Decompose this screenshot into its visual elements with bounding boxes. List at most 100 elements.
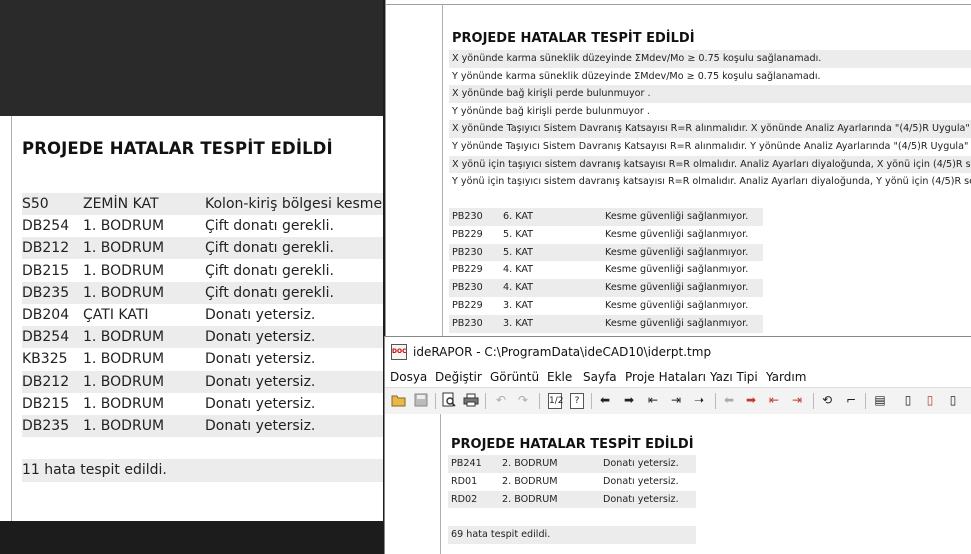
floor-name: 3. KAT xyxy=(503,317,534,329)
floor-name: 1. BODRUM xyxy=(83,263,165,279)
printer-icon[interactable] xyxy=(463,392,479,408)
report-note: X yönünde karma süneklik düzeyinde ΣMdev… xyxy=(449,50,971,68)
floor-name: 1. BODRUM xyxy=(83,418,165,434)
page-margin-line xyxy=(442,5,443,336)
element-id: DB215 xyxy=(22,396,70,412)
error-message: Kesme güvenliği sağlanmıyor. xyxy=(605,300,749,311)
floor-name: ZEMİN KAT xyxy=(83,196,159,212)
page-layout-icon[interactable]: ▯ xyxy=(900,392,916,408)
table-row: S50 ZEMİN KAT Kolon-kiriş bölgesi kesme xyxy=(22,193,383,215)
table-row: DB204 ÇATI KATI Donatı yetersiz. xyxy=(22,304,383,326)
error-message: Donatı yetersiz. xyxy=(205,418,316,434)
iderapor-window: DOC ideRAPOR - C:\ProgramData\ideCAD10\i… xyxy=(384,336,971,554)
report-title: PROJEDE HATALAR TESPİT EDİLDİ xyxy=(452,31,695,46)
open-folder-icon[interactable] xyxy=(391,392,407,408)
page-number-icon[interactable]: 1/2 xyxy=(548,393,563,409)
menu-sayfa[interactable]: Sayfa xyxy=(583,370,617,384)
menu-yazi-tipi[interactable]: Yazı Tipi xyxy=(710,370,758,384)
error-message: Kolon-kiriş bölgesi kesme xyxy=(205,196,383,212)
toolbar-separator xyxy=(485,393,486,409)
toolbar-separator xyxy=(591,393,592,409)
toolbar-separator xyxy=(865,393,866,409)
toolbar-separator xyxy=(715,393,716,409)
element-id: PB230 xyxy=(452,317,483,329)
toolbar: ↶ ↷ 1/2 ? ⬅ ➡ ⇤ ⇥ ➝ ⬅ ➡ ⇤ ⇥ ⟲ ⌐ ▤ ▯ ▯ ▯ xyxy=(385,387,971,415)
element-id: DB204 xyxy=(22,307,70,323)
bracket-icon[interactable]: ⌐ xyxy=(843,392,859,408)
table-row: PB230 5. KAT Kesme güvenliği sağlanmıyor… xyxy=(449,243,763,262)
element-id: DB212 xyxy=(22,240,70,256)
goto-page-icon[interactable]: ➝ xyxy=(691,392,707,408)
refresh-icon[interactable]: ⟲ xyxy=(819,392,835,408)
element-id: DB235 xyxy=(22,285,70,301)
left-report-page: PROJEDE HATALAR TESPİT EDİLDİ S50 ZEMİN … xyxy=(0,116,383,521)
element-id: PB229 xyxy=(452,264,483,276)
menu-dosya[interactable]: Dosya xyxy=(390,370,427,384)
element-id: PB229 xyxy=(452,228,483,240)
report-note: X yönü için taşıyıcı sistem davranış kat… xyxy=(449,155,971,174)
error-message: Donatı yetersiz. xyxy=(603,458,679,469)
error-message: Donatı yetersiz. xyxy=(603,475,679,487)
table-row: DB235 1. BODRUM Donatı yetersiz. xyxy=(22,415,383,437)
element-id: DB254 xyxy=(22,329,70,345)
element-id: PB230 xyxy=(452,246,483,258)
red-arrow-first-icon[interactable]: ⇤ xyxy=(766,392,782,408)
report-note: Y yönünde Taşıyıcı Sistem Davranış Katsa… xyxy=(452,141,969,152)
arrow-first-icon[interactable]: ⇤ xyxy=(645,392,661,408)
menu-goruntu[interactable]: Görüntü xyxy=(490,370,539,384)
floor-name: 1. BODRUM xyxy=(83,240,165,256)
report-note: X yönünde bağ kirişli perde bulunmuyor . xyxy=(449,85,971,103)
table-row: PB230 3. KAT Kesme güvenliği sağlanmıyor… xyxy=(449,314,763,333)
error-message: Kesme güvenliği sağlanmıyor. xyxy=(605,246,749,258)
error-message: Donatı yetersiz. xyxy=(205,351,316,367)
error-count-summary: 11 hata tespit edildi. xyxy=(22,459,383,482)
table-row: DB254 1. BODRUM Çift donatı gerekli. xyxy=(22,215,383,237)
error-message: Donatı yetersiz. xyxy=(603,493,679,505)
floor-name: 1. BODRUM xyxy=(83,374,165,390)
font-settings-icon[interactable]: ▤ xyxy=(872,392,888,408)
table-row: PB229 3. KAT Kesme güvenliği sağlanmıyor… xyxy=(449,297,763,315)
table-row: RD02 2. BODRUM Donatı yetersiz. xyxy=(448,490,696,509)
help-book-icon[interactable]: ? xyxy=(570,393,584,409)
arrow-last-icon[interactable]: ⇥ xyxy=(668,392,684,408)
table-row: RD01 2. BODRUM Donatı yetersiz. xyxy=(448,473,696,491)
report-note: Y yönünde bağ kirişli perde bulunmuyor . xyxy=(452,105,650,117)
redo-icon[interactable]: ↷ xyxy=(515,392,531,408)
print-preview-icon[interactable] xyxy=(441,392,457,408)
floor-name: 1. BODRUM xyxy=(83,329,165,345)
menu-degistir[interactable]: Değiştir xyxy=(435,370,482,384)
element-id: PB229 xyxy=(452,300,483,311)
window-titlebar[interactable]: DOC ideRAPOR - C:\ProgramData\ideCAD10\i… xyxy=(385,337,971,367)
toolbar-separator xyxy=(435,393,436,409)
error-message: Çift donatı gerekli. xyxy=(205,218,334,234)
right-top-report-window: PROJEDE HATALAR TESPİT EDİLDİ X yönünde … xyxy=(385,0,971,336)
element-id: RD01 xyxy=(451,475,478,487)
error-message: Donatı yetersiz. xyxy=(205,329,316,345)
report-title: PROJEDE HATALAR TESPİT EDİLDİ xyxy=(451,437,694,452)
menu-proje-hatalari[interactable]: Proje Hataları xyxy=(625,370,706,384)
table-row: PB230 6. KAT Kesme güvenliği sağlanmıyor… xyxy=(449,208,763,226)
left-report-window: PROJEDE HATALAR TESPİT EDİLDİ S50 ZEMİN … xyxy=(0,0,383,553)
table-row: DB212 1. BODRUM Çift donatı gerekli. xyxy=(22,237,383,259)
page-red-icon[interactable]: ▯ xyxy=(922,392,938,408)
floor-name: ÇATI KATI xyxy=(83,307,149,323)
menu-yardim[interactable]: Yardım xyxy=(766,370,806,384)
delete-left-icon[interactable]: ⬅ xyxy=(721,392,737,408)
floor-name: 5. KAT xyxy=(503,246,534,258)
page-green-icon[interactable]: ▯ xyxy=(945,392,961,408)
floor-name: 2. BODRUM xyxy=(502,458,558,469)
arrow-right-icon[interactable]: ➡ xyxy=(621,392,637,408)
table-row: PB229 4. KAT Kesme güvenliği sağlanmıyor… xyxy=(449,261,763,279)
arrow-left-icon[interactable]: ⬅ xyxy=(597,392,613,408)
red-arrow-right-icon[interactable]: ➡ xyxy=(743,392,759,408)
floor-name: 4. KAT xyxy=(503,282,534,294)
undo-icon[interactable]: ↶ xyxy=(493,392,509,408)
menu-ekle[interactable]: Ekle xyxy=(547,370,572,384)
floor-name: 2. BODRUM xyxy=(502,475,558,487)
red-arrow-last-icon[interactable]: ⇥ xyxy=(789,392,805,408)
table-row: DB254 1. BODRUM Donatı yetersiz. xyxy=(22,326,383,348)
save-icon[interactable] xyxy=(413,392,429,408)
error-message: Donatı yetersiz. xyxy=(205,396,316,412)
toolbar-separator xyxy=(539,393,540,409)
error-message: Çift donatı gerekli. xyxy=(205,285,334,301)
